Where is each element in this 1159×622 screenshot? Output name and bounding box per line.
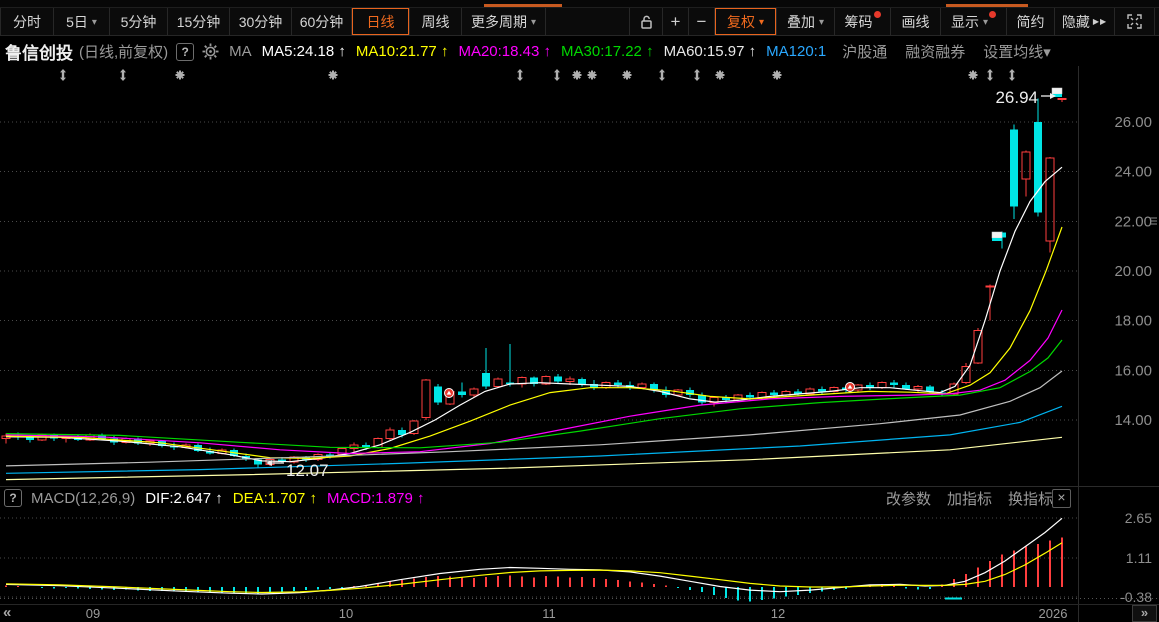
- updown-arrow-marker-icon[interactable]: [120, 69, 126, 81]
- candle: [973, 330, 983, 364]
- asterisk-marker-icon[interactable]: [622, 70, 632, 80]
- macd-axis-label: -0.38: [1120, 589, 1152, 605]
- time-axis: « 09 10 11 12 2026 »: [0, 604, 1159, 622]
- price-axis-label: 14.00: [1114, 412, 1152, 429]
- macd-help-icon[interactable]: ?: [4, 489, 22, 507]
- candle: [902, 385, 910, 389]
- candle: [770, 392, 778, 396]
- candle: [385, 429, 395, 440]
- macd-links: 改参数 加指标 换指标: [886, 488, 1053, 509]
- price-axis-label: 24.00: [1114, 164, 1152, 181]
- ma-line-MA30: [5, 339, 1063, 449]
- macd-value: MACD:1.879 ↑: [326, 489, 425, 507]
- macd-axis-label: 2.65: [1125, 510, 1152, 526]
- price-axis-label: 26.00: [1114, 114, 1152, 131]
- candle: [1034, 122, 1042, 213]
- price-flag-marker: [991, 231, 1003, 241]
- price-axis-label: 16.00: [1114, 362, 1152, 379]
- asterisk-marker-icon[interactable]: [328, 70, 338, 80]
- macd-axis-label: 1.11: [1126, 550, 1152, 566]
- time-axis-label: 10: [338, 606, 354, 621]
- candle: [746, 395, 754, 398]
- asterisk-marker-icon[interactable]: [587, 70, 597, 80]
- candle: [458, 391, 466, 396]
- add-indicator-link[interactable]: 加指标: [947, 488, 992, 509]
- candle: [926, 386, 934, 392]
- up-arrow-icon: ↑: [215, 489, 223, 507]
- candle: [554, 376, 562, 382]
- scroll-right-button[interactable]: »: [1132, 605, 1157, 622]
- ma-line-MA5: [5, 166, 1063, 463]
- candle: [434, 386, 442, 403]
- candle: [469, 388, 479, 396]
- candle: [1045, 157, 1055, 242]
- asterisk-marker-icon[interactable]: [772, 70, 782, 80]
- candle: [26, 437, 34, 440]
- updown-arrow-marker-icon[interactable]: [694, 69, 700, 81]
- candle: [877, 382, 887, 389]
- candle: [913, 385, 923, 390]
- ma-line-MA10: [5, 226, 1063, 460]
- updown-arrow-marker-icon[interactable]: [554, 69, 560, 81]
- time-axis-label: 12: [770, 606, 786, 621]
- high-price-annotation: 26.94: [995, 88, 1038, 107]
- updown-arrow-marker-icon[interactable]: [659, 69, 665, 81]
- buy-signal-icon: [845, 382, 855, 392]
- macd-value: DEA:1.707 ↑: [232, 489, 317, 507]
- candle: [421, 379, 431, 418]
- low-price-annotation: 12.07: [286, 461, 329, 480]
- stock-chart-window: 分时 5日 ▾ 5分钟 15分钟 30分钟 60分钟 日线 周线 更多周期 ▾ + − 复权 ▾ 叠加 ▾ 筹码…: [0, 0, 1159, 622]
- candle: [614, 382, 622, 386]
- candle: [493, 378, 503, 387]
- candle: [985, 285, 995, 288]
- time-axis-label: 2026: [1038, 606, 1068, 621]
- updown-arrow-marker-icon[interactable]: [1009, 69, 1015, 81]
- candle: [818, 388, 826, 392]
- asterisk-marker-icon[interactable]: [175, 70, 185, 80]
- candle: [565, 378, 575, 382]
- macd-name: MACD(12,26,9): [31, 489, 136, 507]
- switch-indicator-link[interactable]: 换指标: [1008, 488, 1053, 509]
- ma-line-MA120: [5, 405, 1063, 474]
- candle: [1057, 98, 1067, 101]
- asterisk-marker-icon[interactable]: [715, 70, 725, 80]
- price-axis-label: 18.00: [1114, 313, 1152, 330]
- updown-arrow-marker-icon[interactable]: [987, 69, 993, 81]
- price-axis-label: 22.00: [1114, 213, 1152, 230]
- candle: [637, 383, 647, 389]
- candle: [578, 378, 586, 384]
- price-axis-label: 20.00: [1114, 263, 1152, 280]
- edit-params-link[interactable]: 改参数: [886, 488, 931, 509]
- up-arrow-icon: ↑: [309, 489, 317, 507]
- macd-value: DIF:2.647 ↑: [145, 489, 223, 507]
- asterisk-marker-icon[interactable]: [572, 70, 582, 80]
- candle: [482, 372, 490, 387]
- time-axis-label: 09: [85, 606, 101, 621]
- candle: [1021, 151, 1031, 180]
- asterisk-marker-icon[interactable]: [968, 70, 978, 80]
- candle: [890, 382, 898, 386]
- macd-values: DIF:2.647 ↑ DEA:1.707 ↑ MACD:1.879 ↑: [145, 490, 434, 507]
- candle: [949, 383, 959, 395]
- buy-signal-icon: [444, 388, 454, 398]
- candle: [1010, 129, 1018, 207]
- close-indicator-icon[interactable]: ×: [1052, 489, 1071, 508]
- up-arrow-icon: ↑: [417, 489, 425, 507]
- scroll-left-button[interactable]: «: [3, 604, 11, 621]
- time-axis-label: 11: [542, 606, 556, 621]
- updown-arrow-marker-icon[interactable]: [517, 69, 523, 81]
- chart-canvas[interactable]: 26.00 24.00 22.00 20.00 18.00 16.00 14.00 26.94…: [0, 0, 1159, 622]
- updown-arrow-marker-icon[interactable]: [60, 69, 66, 81]
